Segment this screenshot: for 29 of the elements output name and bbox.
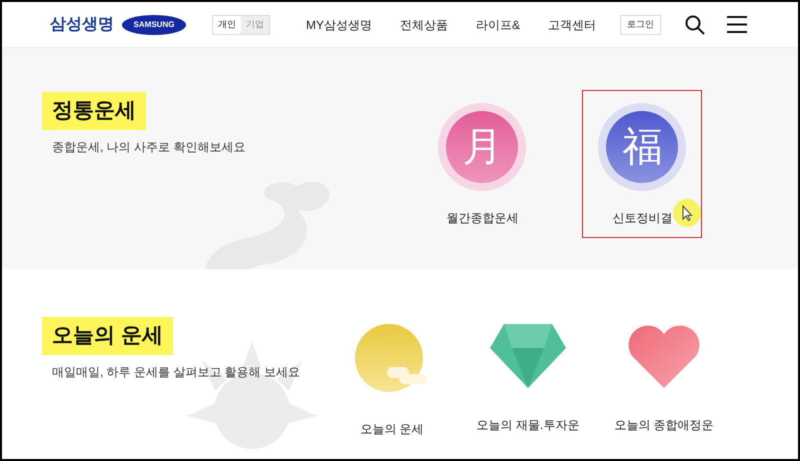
section-subtitle: 종합운세, 나의 사주로 확인해보세요: [52, 138, 246, 156]
company-logo[interactable]: 삼성생명: [50, 12, 114, 36]
hanja-character: 福: [622, 127, 662, 167]
section-title: 오늘의 운세: [42, 317, 173, 354]
section-subtitle: 매일매일, 하루 운세를 살펴보고 활용해 보세요: [52, 364, 300, 380]
search-icon[interactable]: [685, 14, 705, 34]
heart-icon: [627, 324, 702, 388]
nav-link[interactable]: 고객센터: [548, 16, 596, 34]
fortune-item[interactable]: 月 월간종합운세: [422, 90, 542, 238]
brand-logo: SAMSUNG: [122, 14, 186, 34]
item-label: 오늘의 재물.투자운: [476, 417, 580, 434]
hanja-character: 月: [462, 127, 502, 167]
nav-link[interactable]: MY삼성생명: [306, 16, 372, 34]
item-label: 월간종합운세: [446, 210, 518, 227]
section-title: 정통운세: [42, 92, 146, 130]
nav-link[interactable]: 전체상품: [400, 16, 448, 34]
menu-icon[interactable]: [727, 16, 747, 33]
gem-icon: [490, 324, 566, 388]
sun-cloud-icon: [355, 324, 430, 392]
fortune-item[interactable]: 오늘의 재물.투자운: [463, 315, 594, 435]
nav-link[interactable]: 라이프&: [476, 16, 520, 34]
fortune-item[interactable]: 오늘의 종합애정운: [599, 315, 730, 435]
cursor-highlight-icon: [673, 199, 702, 227]
login-button[interactable]: 로그인: [620, 14, 661, 34]
fortune-item[interactable]: 福 신토정비결: [582, 90, 702, 238]
item-label: 신토정비결: [612, 210, 672, 227]
item-label: 오늘의 운세: [360, 421, 424, 438]
fortune-item[interactable]: 오늘의 운세: [327, 315, 458, 435]
item-label: 오늘의 종합애정운: [614, 417, 714, 434]
